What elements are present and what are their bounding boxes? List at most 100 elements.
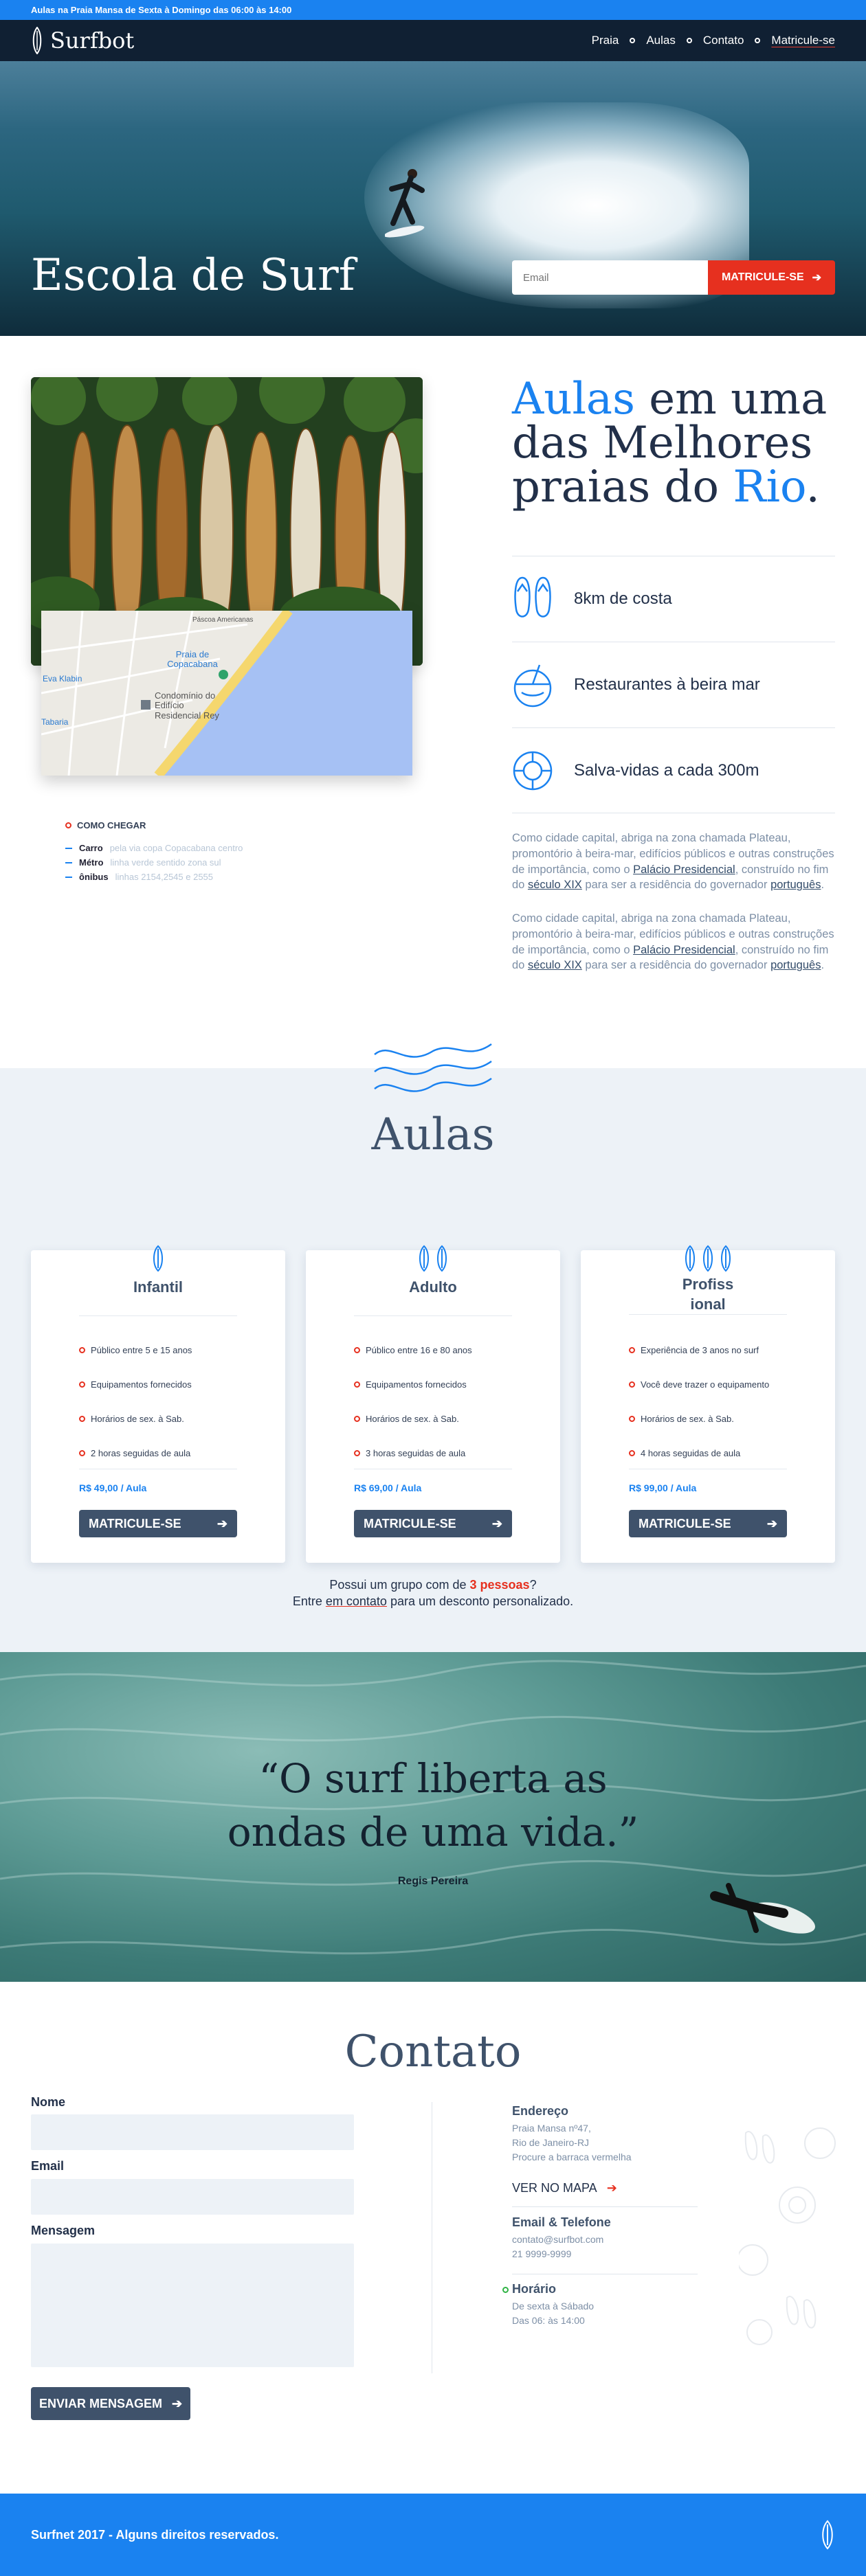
card-enroll-label: MATRICULE-SE — [639, 1516, 731, 1530]
card-feature: Horários de sex. à Sab. — [629, 1401, 769, 1436]
hero-email-input[interactable] — [512, 260, 708, 295]
hours-line: Das 06: às 14:00 — [512, 2315, 585, 2326]
card-feature: Você deve trazer o equipamento — [629, 1367, 769, 1401]
hero-title: Escola de Surf — [31, 250, 355, 301]
bullet-icon — [629, 1449, 635, 1456]
aulas-title: Aulas — [371, 1109, 495, 1160]
portugues-link[interactable]: português — [770, 959, 821, 971]
card-enroll-button[interactable]: MATRICULE-SE ➔ — [629, 1510, 787, 1537]
pricing-card-infantil: Infantil Público entre 5 e 15 anos Equip… — [31, 1245, 285, 1563]
email-field[interactable] — [31, 2179, 354, 2215]
card-feature: 3 horas seguidas de aula — [354, 1436, 472, 1470]
surfboard-logo-icon — [32, 27, 42, 54]
copyright-text: Surfnet 2017 - Alguns direitos reservado… — [31, 2527, 279, 2542]
about-paragraph: Como cidade capital, abriga na zona cham… — [512, 911, 835, 973]
bullet-icon — [79, 1415, 85, 1422]
heading-highlight: Aulas — [512, 374, 635, 425]
card-feature: Horários de sex. à Sab. — [354, 1401, 472, 1436]
about-heading: Aulas em uma das Melhores praias do Rio. — [512, 377, 866, 509]
bullet-icon — [354, 1415, 360, 1422]
card-enroll-button[interactable]: MATRICULE-SE ➔ — [354, 1510, 512, 1537]
card-feature: Público entre 16 e 80 anos — [354, 1333, 472, 1367]
group-discount-note: Possui um grupo com de 3 pessoas? Entre … — [0, 1577, 866, 1610]
feature-item: Restaurantes à beira mar — [512, 642, 835, 727]
nav-item-matricule[interactable]: Matricule-se — [771, 34, 835, 47]
card-feature-text: Público entre 16 e 80 anos — [366, 1344, 472, 1355]
surfboard-icon — [31, 1245, 285, 1272]
group-line-1: Possui um grupo com de 3 pessoas? — [0, 1577, 866, 1593]
logo[interactable]: Surfbot — [31, 27, 134, 54]
address-line: Procure a barraca vermelha — [512, 2151, 632, 2162]
card-enroll-button[interactable]: MATRICULE-SE ➔ — [79, 1510, 237, 1537]
group-text: Entre — [292, 1594, 326, 1609]
name-field[interactable] — [31, 2114, 354, 2150]
address-line: Praia Mansa nº47, — [512, 2123, 591, 2134]
message-field[interactable] — [31, 2244, 354, 2367]
nav-item-contato[interactable]: Contato — [703, 34, 744, 47]
group-line-2: Entre em contato para um desconto person… — [0, 1593, 866, 1609]
seculo-link[interactable]: século XIX — [528, 879, 582, 891]
divider-wrap — [512, 2206, 698, 2207]
nav-separator-dot — [686, 38, 692, 43]
footer: Surfnet 2017 - Alguns direitos reservado… — [0, 2494, 866, 2576]
para-text: . — [821, 879, 825, 892]
location-map[interactable]: Praia de Copacabana Condomínio do Edifíc… — [41, 611, 412, 776]
direction-desc: pela via copa Copacabana centro — [109, 843, 243, 853]
group-highlight: 3 pessoas — [469, 1578, 530, 1592]
about-paragraph: Como cidade capital, abriga na zona cham… — [512, 831, 835, 893]
portugues-link[interactable]: português — [770, 879, 821, 891]
bullet-icon — [79, 1346, 85, 1353]
surfer-paddling-image — [710, 1883, 815, 1934]
dash-icon — [65, 876, 72, 878]
group-text: ? — [529, 1578, 537, 1592]
hero-surfer-image — [385, 169, 425, 238]
contact-phone[interactable]: 21 9999-9999 — [512, 2247, 698, 2261]
seculo-link[interactable]: século XIX — [528, 959, 582, 971]
map-label-praia: Praia de Copacabana — [167, 649, 218, 670]
palacio-link[interactable]: Palácio Presidencial — [633, 944, 735, 956]
card-feature: 2 horas seguidas de aula — [79, 1436, 192, 1470]
dash-icon — [65, 847, 72, 849]
view-map-label: VER NO MAPA — [512, 2181, 597, 2195]
email-phone-title: Email & Telefone — [512, 2215, 611, 2229]
bullet-icon — [629, 1415, 635, 1422]
arrow-right-icon: ➔ — [766, 1516, 777, 1530]
card-feature: Horários de sex. à Sab. — [79, 1401, 192, 1436]
arrow-right-icon: ➔ — [606, 2181, 617, 2195]
card-feature: 4 horas seguidas de aula — [629, 1436, 769, 1470]
contact-link[interactable]: em contato — [326, 1594, 387, 1608]
announcement-text: Aulas na Praia Mansa de Sexta à Domingo … — [31, 5, 292, 15]
group-text: Possui um grupo com de — [329, 1578, 470, 1592]
arrow-right-icon: ➔ — [491, 1516, 502, 1530]
main-navigation: Surfbot Praia Aulas Contato Matricule-se — [0, 20, 866, 61]
map-label-condominio: Condomínio do Edifício Residencial Rey — [155, 690, 219, 721]
quote-section: “O surf liberta as ondas de uma vida.” R… — [0, 1652, 866, 1982]
nav-item-praia[interactable]: Praia — [592, 34, 619, 47]
card-feature-text: Horários de sex. à Sab. — [366, 1413, 459, 1424]
contact-email[interactable]: contato@surfbot.com — [512, 2233, 698, 2247]
card-title: Adulto — [409, 1278, 457, 1296]
card-enroll-label: MATRICULE-SE — [364, 1516, 456, 1530]
surfboard-icon — [306, 1245, 560, 1272]
email-phone-block: Email & Telefone contato@surfbot.com 21 … — [512, 2215, 698, 2261]
decorative-beach-icons — [739, 2127, 836, 2345]
name-label: Nome — [31, 2095, 66, 2109]
location-pin-icon — [65, 822, 71, 828]
about-section: Praia de Copacabana Condomínio do Edifíc… — [0, 336, 866, 1064]
map-label-tabaria: Tabaria — [41, 717, 69, 727]
direction-row: ônibus linhas 2154,2545 e 2555 — [65, 872, 243, 882]
send-message-button[interactable]: ENVIAR MENSAGEM ➔ — [31, 2387, 190, 2420]
para-text: para ser a residência do governador — [581, 879, 771, 892]
email-label: Email — [31, 2159, 65, 2173]
heading-highlight-city: Rio — [733, 462, 806, 512]
direction-mode: ônibus — [79, 872, 109, 882]
bullet-icon — [79, 1381, 85, 1388]
palacio-link[interactable]: Palácio Presidencial — [633, 863, 735, 876]
hero-enroll-button[interactable]: MATRICULE-SE ➔ — [708, 260, 835, 295]
view-map-link[interactable]: VER NO MAPA ➔ — [512, 2181, 617, 2195]
feature-text: Salva-vidas a cada 300m — [574, 760, 759, 780]
top-announcement-bar: Aulas na Praia Mansa de Sexta à Domingo … — [0, 0, 866, 20]
nav-item-aulas[interactable]: Aulas — [646, 34, 676, 47]
para-text: para ser a residência do governador — [581, 959, 771, 972]
card-price: R$ 99,00 / Aula — [629, 1482, 697, 1493]
